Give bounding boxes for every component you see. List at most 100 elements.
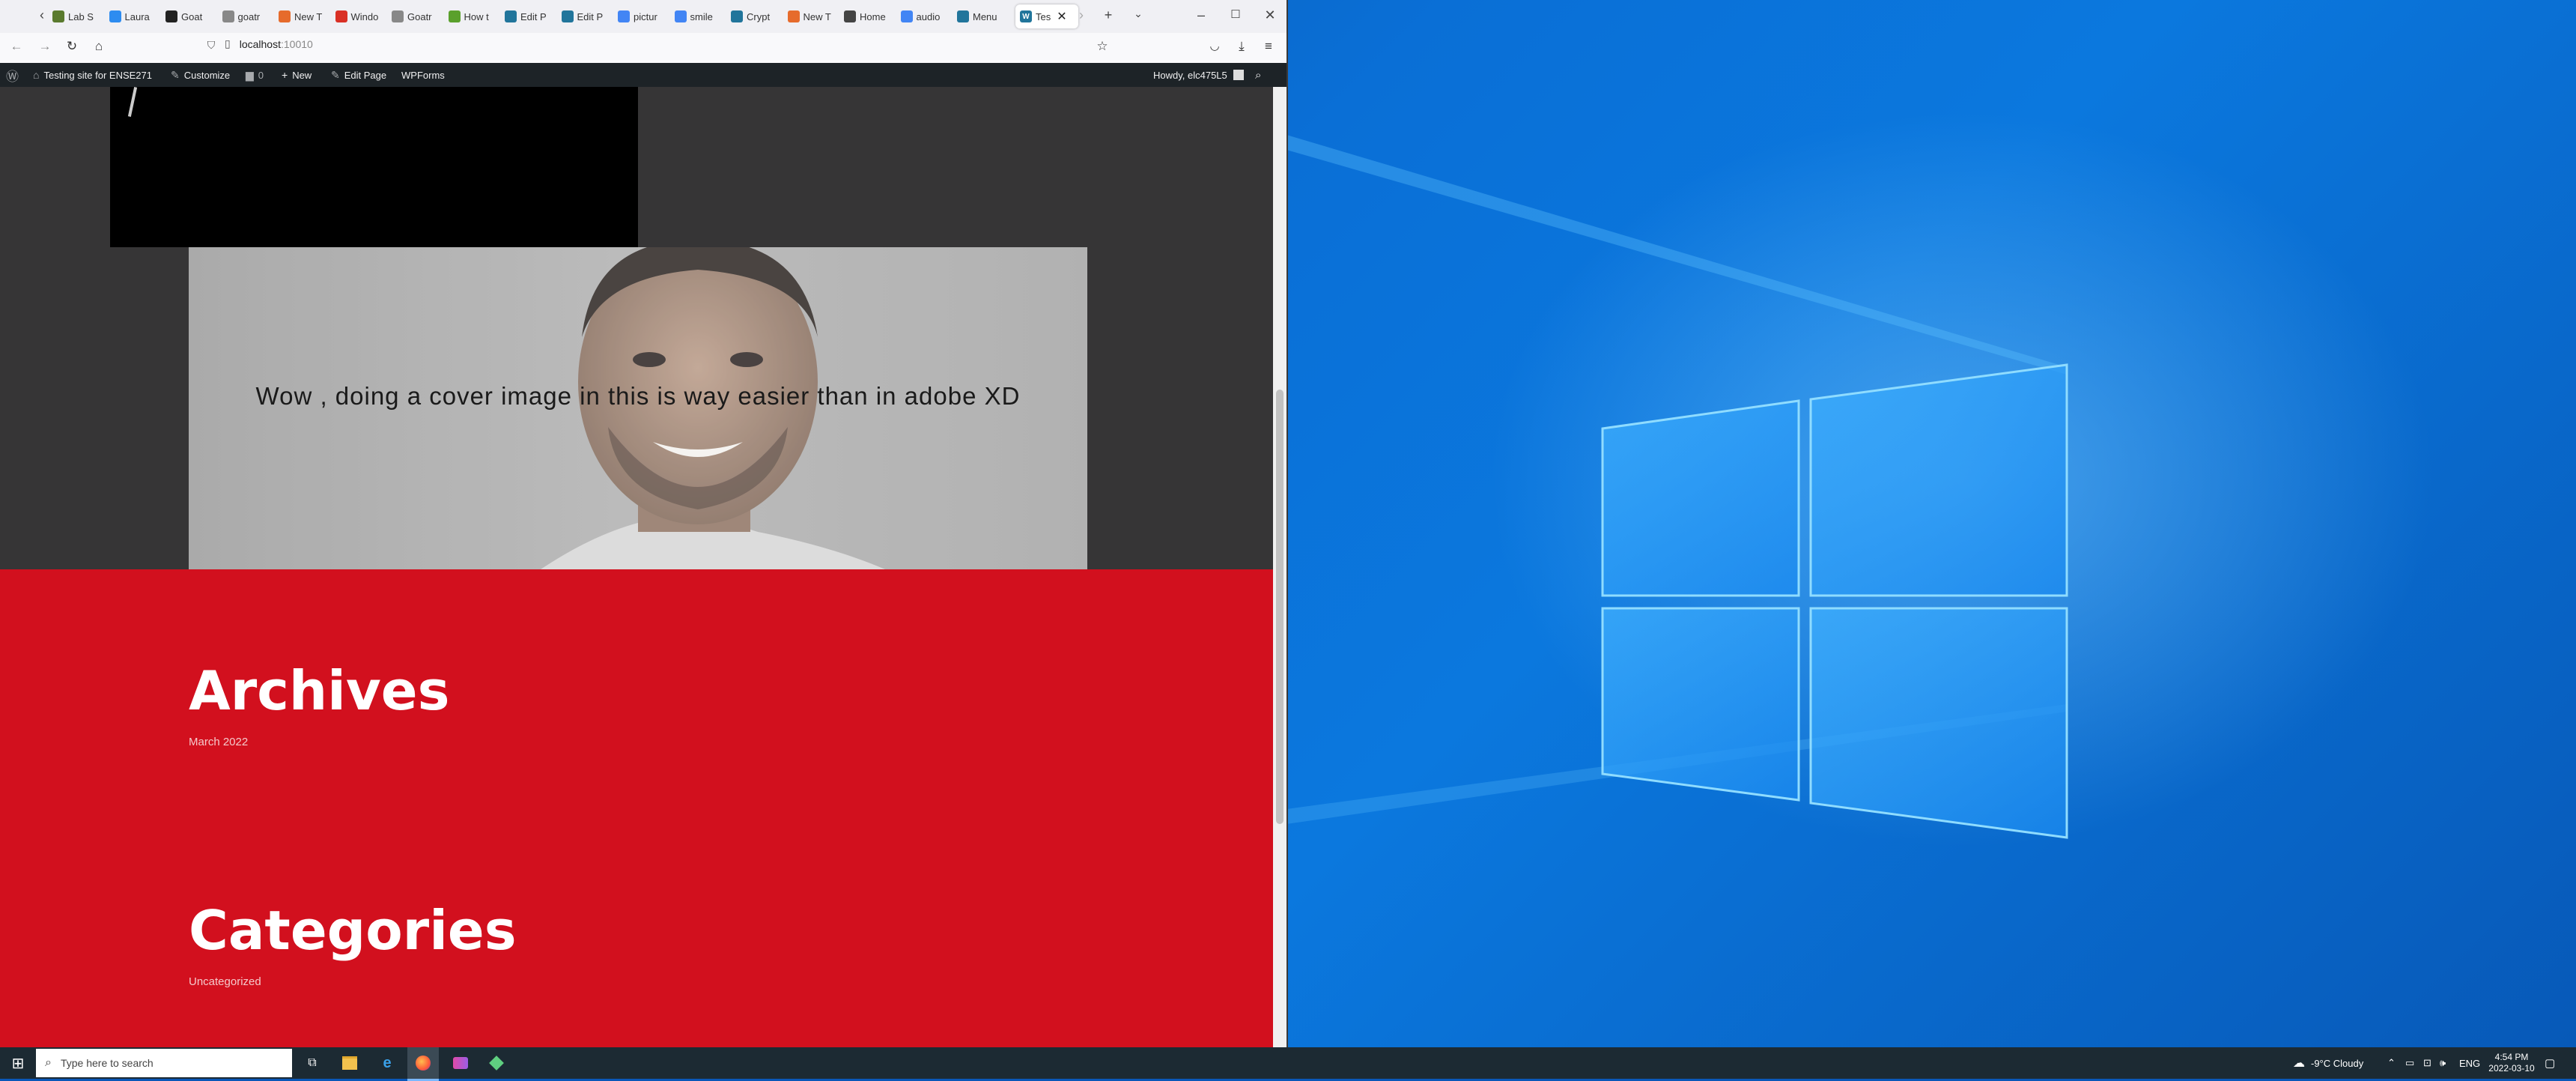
- wpforms-link[interactable]: WPForms: [401, 63, 445, 87]
- tab[interactable]: Crypt: [731, 4, 782, 28]
- tab-strip: ‹ Lab S Laura Goat goatr New T Windo Goatr How …: [0, 0, 1287, 33]
- tab-active[interactable]: W Tes ✕: [1015, 4, 1078, 28]
- tab[interactable]: Laura: [109, 4, 160, 28]
- windows-icon: ⊞: [11, 1055, 25, 1072]
- tab[interactable]: Goatr: [392, 4, 443, 28]
- menu-icon[interactable]: ≡: [1260, 39, 1278, 54]
- tab[interactable]: Menu: [957, 4, 1008, 28]
- tab-label: Goat: [181, 10, 203, 22]
- tab[interactable]: goatr: [222, 4, 273, 28]
- photos-app-icon[interactable]: [445, 1047, 476, 1079]
- edge-legacy-icon[interactable]: e: [371, 1047, 403, 1079]
- tab[interactable]: audio: [900, 4, 952, 28]
- tab-favicon-icon: [787, 10, 800, 22]
- tab[interactable]: New T: [787, 4, 839, 28]
- downloads-icon[interactable]: ⤓: [1233, 39, 1251, 54]
- comments-count: 0: [258, 69, 264, 81]
- tab-label: Home: [860, 10, 886, 22]
- tab[interactable]: New T: [279, 4, 329, 28]
- tab-label: Edit P: [520, 10, 547, 22]
- start-button[interactable]: ⊞: [0, 1047, 36, 1079]
- category-link-uncategorized[interactable]: Uncategorized: [189, 975, 261, 988]
- show-hidden-icons[interactable]: ⌃: [2387, 1047, 2396, 1079]
- tab-label: Tes: [1036, 10, 1051, 22]
- file-explorer-icon[interactable]: [334, 1047, 365, 1079]
- edit-page-label: Edit Page: [344, 69, 387, 81]
- volume-icon[interactable]: 🕪: [2440, 1047, 2446, 1079]
- scrollbar-thumb[interactable]: [1276, 390, 1284, 824]
- firefox-taskbar-icon[interactable]: [407, 1047, 439, 1081]
- tab[interactable]: How t: [448, 4, 499, 28]
- archives-heading: Archives: [189, 659, 450, 722]
- site-name-label: Testing site for ENSE271: [43, 69, 152, 81]
- tab-label: smile: [690, 10, 713, 22]
- clock-date: 2022-03-10: [2488, 1063, 2535, 1074]
- tab-label: pictur: [634, 10, 657, 22]
- notifications-icon[interactable]: ▢: [2545, 1047, 2555, 1079]
- tab[interactable]: Lab S: [52, 4, 103, 28]
- tab[interactable]: Home: [844, 4, 895, 28]
- list-all-tabs-icon[interactable]: ⌄: [1129, 7, 1147, 20]
- maximize-button[interactable]: ☐: [1227, 7, 1245, 21]
- network-icon[interactable]: ⊡: [2423, 1047, 2431, 1079]
- minimize-button[interactable]: –: [1192, 7, 1210, 23]
- site-name-link[interactable]: ⌂ Testing site for ENSE271: [33, 63, 152, 87]
- tab[interactable]: Edit P: [505, 4, 556, 28]
- search-icon: ⌕: [45, 1056, 52, 1069]
- new-label: New: [292, 69, 312, 81]
- close-tab-icon[interactable]: ✕: [1057, 9, 1066, 24]
- tab-favicon-icon: [109, 10, 121, 22]
- tab[interactable]: Windo: [335, 4, 386, 28]
- clock[interactable]: 4:54 PM 2022-03-10: [2483, 1047, 2540, 1079]
- plus-icon: +: [282, 69, 288, 81]
- comments-link[interactable]: ▆ 0: [246, 63, 264, 87]
- bookmark-star-icon[interactable]: ☆: [1093, 39, 1111, 54]
- back-icon[interactable]: ←: [7, 39, 25, 54]
- tab-favicon-icon: [448, 10, 461, 22]
- wordpress-icon: W: [1020, 10, 1032, 22]
- tab-scroll-left-icon[interactable]: ‹: [33, 7, 51, 23]
- browser-window: ‹ Lab S Laura Goat goatr New T Windo Goatr How …: [0, 0, 1288, 1047]
- customize-label: Customize: [183, 69, 231, 81]
- tab-favicon-icon: [900, 10, 913, 22]
- search-icon[interactable]: ⌕: [1255, 63, 1261, 87]
- image-detail: [127, 87, 138, 117]
- pocket-icon[interactable]: ◡: [1206, 39, 1224, 52]
- taskbar-search-input[interactable]: ⌕ Type here to search: [36, 1049, 292, 1077]
- wp-admin-bar: Ⓦ ⌂ Testing site for ENSE271 ✎ Customize…: [0, 63, 1287, 87]
- task-view-icon[interactable]: ⧉: [297, 1047, 328, 1079]
- edit-page-link[interactable]: ✎ Edit Page: [331, 63, 386, 87]
- url-host: localhost: [239, 37, 281, 50]
- url-bar[interactable]: ▯ localhost :10010: [225, 37, 313, 50]
- page-scrollbar[interactable]: [1273, 87, 1287, 1047]
- tab-favicon-icon: [957, 10, 969, 22]
- language-indicator[interactable]: ENG: [2459, 1047, 2480, 1079]
- language-label: ENG: [2459, 1057, 2481, 1069]
- tab-scroll-right-icon[interactable]: ›: [1072, 7, 1090, 23]
- home-icon[interactable]: ⌂: [90, 39, 108, 54]
- reload-icon[interactable]: ↻: [63, 39, 81, 54]
- tab-favicon-icon: [505, 10, 517, 22]
- weather-widget[interactable]: ☁ -9°C Cloudy: [2293, 1047, 2363, 1079]
- howdy-account-menu[interactable]: Howdy, elc475L5: [1153, 63, 1244, 87]
- archive-link-march-2022[interactable]: March 2022: [189, 736, 248, 748]
- weather-label: -9°C Cloudy: [2311, 1057, 2364, 1069]
- battery-icon[interactable]: ▭: [2405, 1047, 2414, 1079]
- tab[interactable]: Edit P: [561, 4, 613, 28]
- customize-link[interactable]: ✎ Customize: [171, 63, 230, 87]
- wordpress-logo-icon[interactable]: Ⓦ: [6, 63, 19, 87]
- shield-icon[interactable]: ⛉: [202, 39, 220, 52]
- new-tab-button[interactable]: +: [1099, 7, 1117, 23]
- tab-favicon-icon: [279, 10, 291, 22]
- tab[interactable]: Goat: [165, 4, 216, 28]
- tab[interactable]: pictur: [618, 4, 669, 28]
- forward-icon[interactable]: →: [36, 39, 54, 54]
- close-window-button[interactable]: ✕: [1261, 7, 1279, 23]
- new-content-link[interactable]: + New: [282, 63, 312, 87]
- local-app-icon[interactable]: [481, 1047, 512, 1079]
- tab-label: Laura: [124, 10, 150, 22]
- search-placeholder: Type here to search: [60, 1057, 154, 1069]
- tab[interactable]: smile: [674, 4, 726, 28]
- tab-label: goatr: [237, 10, 261, 22]
- tab-label: Windo: [350, 10, 379, 22]
